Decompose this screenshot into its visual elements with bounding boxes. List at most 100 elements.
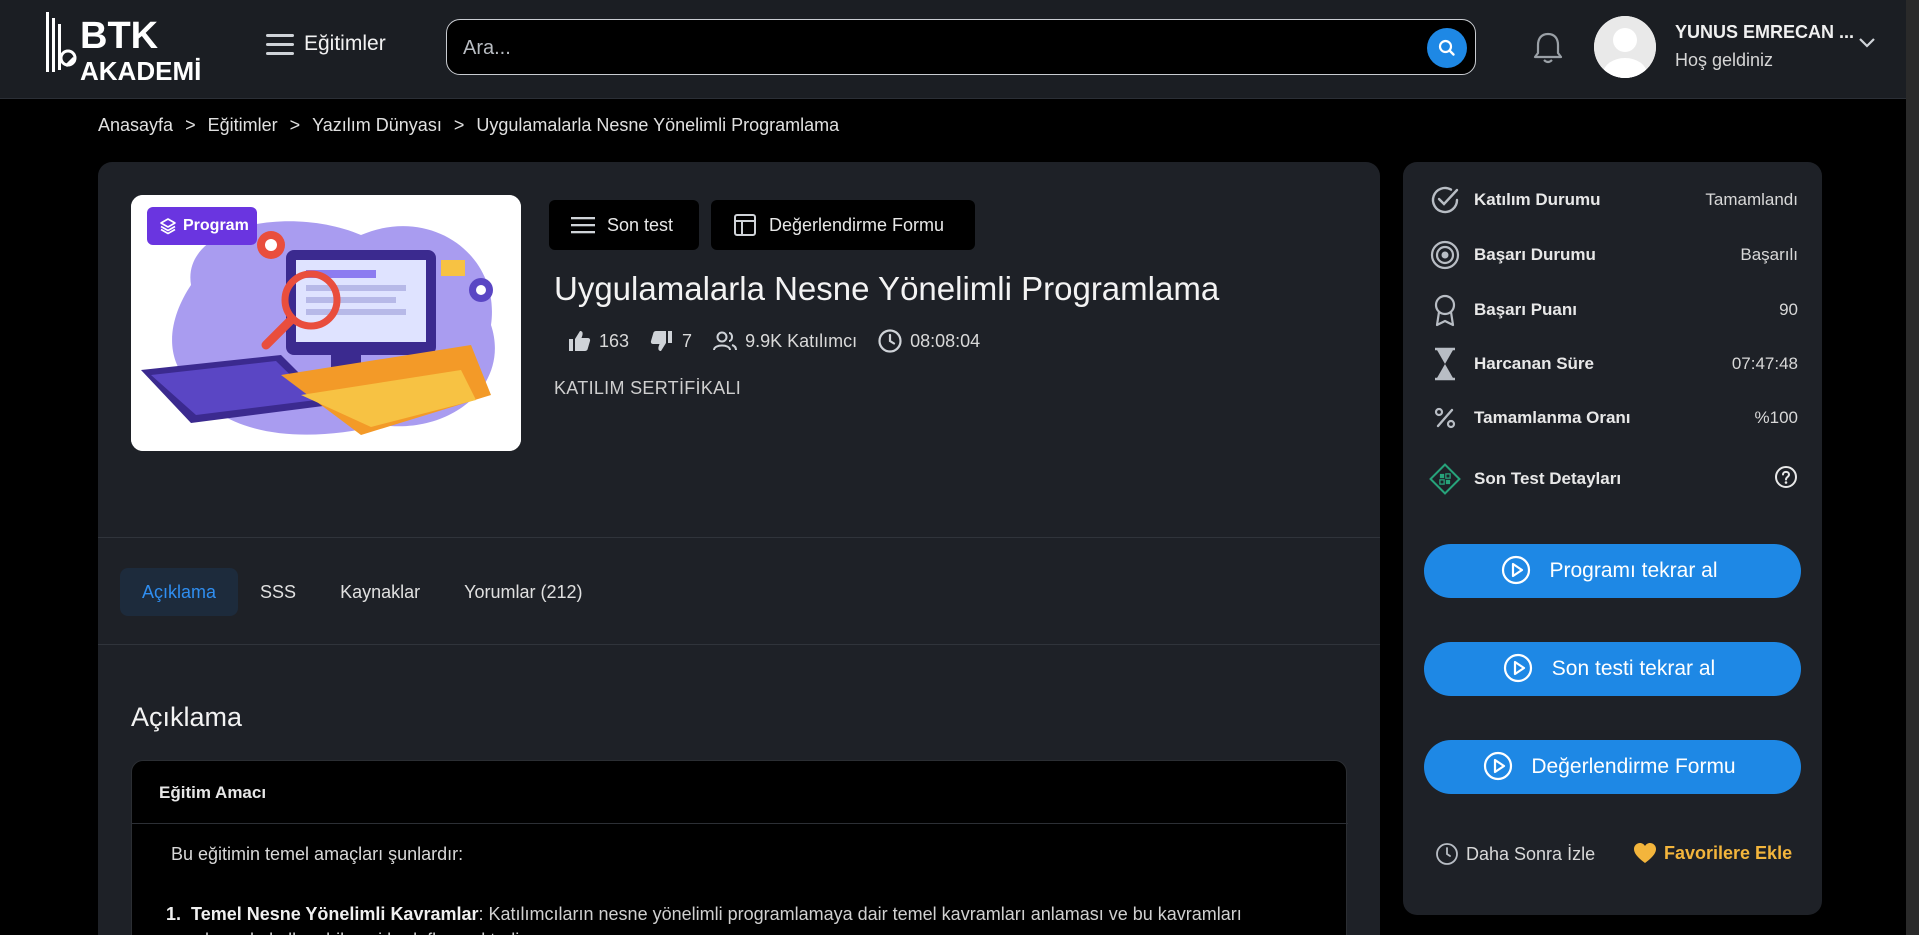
sidebar-row-time-spent: Harcanan Süre 07:47:48 xyxy=(1428,344,1798,384)
list-icon xyxy=(571,217,595,234)
breadcrumb-current[interactable]: Uygulamalarla Nesne Yönelimli Programlam… xyxy=(476,115,839,136)
sidebar-row-completion: Tamamlanma Oranı %100 xyxy=(1428,398,1798,438)
layers-icon xyxy=(160,218,176,235)
last-test-details-label: Son Test Detayları xyxy=(1474,469,1622,488)
notification-bell-icon[interactable] xyxy=(1531,30,1565,66)
course-duration: 08:08:04 xyxy=(910,330,981,351)
description-list-item: 1. Temel Nesne Yönelimli Kavramlar: Katı… xyxy=(166,901,1316,935)
tab-description[interactable]: Açıklama xyxy=(120,568,239,616)
help-circle-icon[interactable] xyxy=(1774,465,1798,494)
course-stats: 163 7 9.9K Katılımcı 08:08:04 xyxy=(566,328,980,354)
users-icon xyxy=(713,331,738,351)
program-badge: Program xyxy=(147,207,257,245)
play-circle-icon xyxy=(1501,555,1531,585)
score-value: 90 xyxy=(1779,300,1798,319)
participation-label: Katılım Durumu xyxy=(1474,190,1601,209)
breadcrumb-home[interactable]: Anasayfa xyxy=(98,115,173,136)
user-avatar[interactable] xyxy=(1594,16,1656,78)
quiz-diamond-icon xyxy=(1428,462,1462,496)
hourglass-icon xyxy=(1428,347,1462,381)
sidebar-row-score: Başarı Puanı 90 xyxy=(1428,290,1798,330)
page-scrollbar[interactable] xyxy=(1906,0,1919,935)
retake-program-label: Programı tekrar al xyxy=(1549,559,1718,582)
hamburger-icon xyxy=(266,33,294,55)
watch-later-label: Daha Sonra İzle xyxy=(1466,843,1596,864)
completion-value: %100 xyxy=(1754,408,1798,427)
success-status-label: Başarı Durumu xyxy=(1474,245,1596,264)
progress-sidebar: Katılım Durumu Tamamlandı Başarı Durumu … xyxy=(1403,162,1822,915)
chevron-down-icon[interactable] xyxy=(1858,36,1876,50)
heart-icon xyxy=(1634,843,1656,863)
sidebar-row-participation: Katılım Durumu Tamamlandı xyxy=(1428,180,1798,220)
retake-last-test-button[interactable]: Son testi tekrar al xyxy=(1424,642,1801,696)
check-circle-icon xyxy=(1428,183,1462,217)
trainings-menu-label: Eğitimler xyxy=(304,32,386,55)
breadcrumb-separator: > xyxy=(453,115,465,135)
watch-later-button[interactable]: Daha Sonra İzle xyxy=(1435,842,1595,866)
svg-text:BTK: BTK xyxy=(80,15,159,57)
svg-text:AKADEMİ: AKADEMİ xyxy=(80,56,201,86)
add-to-favorites-label: Favorilere Ekle xyxy=(1664,842,1793,863)
tab-faq[interactable]: SSS xyxy=(238,568,318,616)
thumbs-down-icon xyxy=(650,331,673,351)
breadcrumb-trainings[interactable]: Eğitimler xyxy=(208,115,278,136)
program-badge-label: Program xyxy=(183,217,249,234)
divider xyxy=(98,644,1380,645)
course-title: Uygulamalarla Nesne Yönelimli Programlam… xyxy=(554,270,1220,307)
like-stat[interactable]: 163 xyxy=(566,328,629,354)
add-to-favorites-button[interactable]: Favorilere Ekle xyxy=(1633,842,1792,864)
retake-program-button[interactable]: Programı tekrar al xyxy=(1424,544,1801,598)
retake-last-test-label: Son testi tekrar al xyxy=(1551,657,1716,680)
last-test-button[interactable]: Son test xyxy=(549,200,699,250)
description-box: Eğitim Amacı Bu eğitimin temel amaçları … xyxy=(131,760,1348,935)
clock-icon xyxy=(1436,843,1458,865)
user-silhouette-icon xyxy=(1594,16,1656,78)
sidebar-row-success: Başarı Durumu Başarılı xyxy=(1428,235,1798,275)
completion-label: Tamamlanma Oranı xyxy=(1474,408,1631,427)
search-button[interactable] xyxy=(1427,28,1467,68)
thumbs-up-icon xyxy=(569,331,591,351)
divider xyxy=(98,537,1380,538)
duration-stat: 08:08:04 xyxy=(877,328,980,354)
last-test-label: Son test xyxy=(607,214,674,235)
list-item-number: 1. xyxy=(166,904,182,924)
top-header: BTK AKADEMİ Eğitimler YUNUS EMREC xyxy=(0,0,1919,99)
evaluation-form-sidebar-label: Değerlendirme Formu xyxy=(1531,755,1736,778)
time-spent-value: 07:47:48 xyxy=(1731,354,1798,373)
search-bar xyxy=(446,19,1476,75)
breadcrumb: Anasayfa > Eğitimler > Yazılım Dünyası >… xyxy=(98,115,839,136)
play-circle-icon xyxy=(1483,751,1513,781)
dislike-stat[interactable]: 7 xyxy=(649,328,692,354)
evaluation-form-label: Değerlendirme Formu xyxy=(769,214,945,235)
list-item-title: Temel Nesne Yönelimli Kavramlar xyxy=(191,904,479,924)
award-ribbon-icon xyxy=(1428,293,1462,327)
divider xyxy=(132,823,1348,824)
description-heading: Açıklama xyxy=(131,702,243,732)
participant-count: 9.9K Katılımcı xyxy=(745,330,858,351)
breadcrumb-separator: > xyxy=(289,115,301,135)
breadcrumb-separator: > xyxy=(185,115,196,135)
logo-graphic: BTK AKADEMİ xyxy=(46,12,201,86)
trainings-menu-button[interactable]: Eğitimler xyxy=(266,32,386,56)
dislike-count: 7 xyxy=(682,330,693,351)
course-tabs: Açıklama SSS Kaynaklar Yorumlar (212) xyxy=(120,568,605,616)
user-name[interactable]: YUNUS EMRECAN ... xyxy=(1675,22,1854,43)
evaluation-form-sidebar-button[interactable]: Değerlendirme Formu xyxy=(1424,740,1801,794)
score-label: Başarı Puanı xyxy=(1474,300,1577,319)
search-input[interactable] xyxy=(461,30,1365,66)
user-greeting: Hoş geldiniz xyxy=(1675,50,1774,70)
sidebar-row-last-test-details[interactable]: Son Test Detayları xyxy=(1428,459,1798,499)
tab-resources[interactable]: Kaynaklar xyxy=(318,568,442,616)
tab-comments[interactable]: Yorumlar (212) xyxy=(442,568,604,616)
like-count: 163 xyxy=(599,330,630,351)
breadcrumb-category[interactable]: Yazılım Dünyası xyxy=(312,115,442,136)
play-circle-icon xyxy=(1503,653,1533,683)
certificate-type: KATILIM SERTİFİKALI xyxy=(554,378,742,398)
success-status-value: Başarılı xyxy=(1740,245,1798,264)
form-layout-icon xyxy=(734,214,756,236)
evaluation-form-button[interactable]: Değerlendirme Formu xyxy=(711,200,975,250)
clock-icon xyxy=(878,329,902,353)
course-main-card: Program Son test Değerlendirme Formu Uyg… xyxy=(98,162,1380,935)
btk-akademi-logo[interactable]: BTK AKADEMİ xyxy=(44,8,226,86)
percent-icon xyxy=(1428,401,1462,435)
